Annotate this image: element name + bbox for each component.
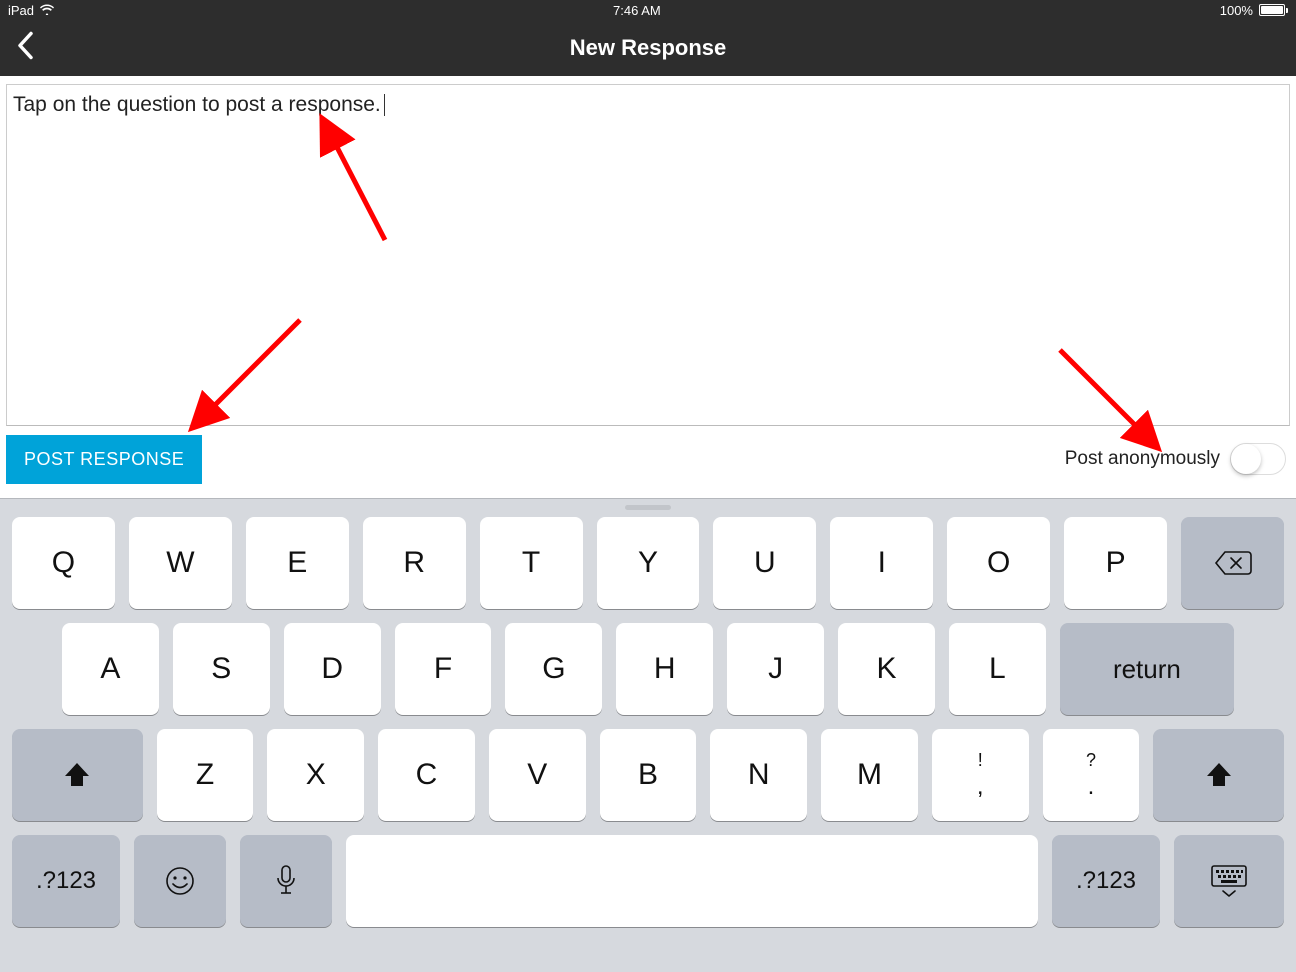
key-s[interactable]: S bbox=[173, 623, 270, 715]
key-p[interactable]: P bbox=[1064, 517, 1167, 609]
key-i[interactable]: I bbox=[830, 517, 933, 609]
key-comma[interactable]: !, bbox=[932, 729, 1029, 821]
key-v[interactable]: V bbox=[489, 729, 586, 821]
post-anonymously-label: Post anonymously bbox=[1065, 448, 1220, 470]
keyboard-row-1: Q W E R T Y U I O P bbox=[12, 517, 1284, 609]
key-backspace[interactable] bbox=[1181, 517, 1284, 609]
response-text: Tap on the question to post a response. bbox=[13, 93, 381, 116]
keyboard-row-2: A S D F G H J K L return bbox=[12, 623, 1284, 715]
battery-percent: 100% bbox=[1220, 3, 1253, 18]
action-row: POST RESPONSE Post anonymously bbox=[0, 426, 1296, 492]
key-numbers-right[interactable]: .?123 bbox=[1052, 835, 1160, 927]
key-y[interactable]: Y bbox=[597, 517, 700, 609]
key-x[interactable]: X bbox=[267, 729, 364, 821]
key-r[interactable]: R bbox=[363, 517, 466, 609]
nav-bar: New Response bbox=[0, 20, 1296, 76]
key-return[interactable]: return bbox=[1060, 623, 1234, 715]
key-o[interactable]: O bbox=[947, 517, 1050, 609]
key-hide-keyboard[interactable] bbox=[1174, 835, 1284, 927]
key-d[interactable]: D bbox=[284, 623, 381, 715]
key-q[interactable]: Q bbox=[12, 517, 115, 609]
keyboard-row-3: Z X C V B N M !, ?. bbox=[12, 729, 1284, 821]
keyboard-row-4: .?123 .?123 bbox=[12, 835, 1284, 927]
key-numbers-left[interactable]: .?123 bbox=[12, 835, 120, 927]
key-n[interactable]: N bbox=[710, 729, 807, 821]
key-a[interactable]: A bbox=[62, 623, 159, 715]
battery-icon bbox=[1259, 4, 1288, 16]
key-shift-left[interactable] bbox=[12, 729, 143, 821]
keyboard-handle[interactable] bbox=[625, 505, 671, 510]
post-anonymously-toggle[interactable] bbox=[1230, 443, 1286, 475]
key-shift-right[interactable] bbox=[1153, 729, 1284, 821]
key-t[interactable]: T bbox=[480, 517, 583, 609]
text-cursor bbox=[384, 94, 385, 116]
key-b[interactable]: B bbox=[600, 729, 697, 821]
clock: 7:46 AM bbox=[613, 3, 661, 18]
page-title: New Response bbox=[0, 35, 1296, 61]
key-e[interactable]: E bbox=[246, 517, 349, 609]
key-f[interactable]: F bbox=[395, 623, 492, 715]
onscreen-keyboard: Q W E R T Y U I O P A S D F G H J K L re… bbox=[0, 498, 1296, 972]
key-emoji[interactable] bbox=[134, 835, 226, 927]
key-z[interactable]: Z bbox=[157, 729, 254, 821]
key-g[interactable]: G bbox=[505, 623, 602, 715]
key-m[interactable]: M bbox=[821, 729, 918, 821]
device-label: iPad bbox=[8, 3, 34, 18]
key-c[interactable]: C bbox=[378, 729, 475, 821]
key-u[interactable]: U bbox=[713, 517, 816, 609]
post-response-button[interactable]: POST RESPONSE bbox=[6, 435, 202, 484]
back-button[interactable] bbox=[8, 24, 42, 73]
wifi-icon bbox=[40, 3, 54, 18]
key-l[interactable]: L bbox=[949, 623, 1046, 715]
key-w[interactable]: W bbox=[129, 517, 232, 609]
status-bar: iPad 7:46 AM 100% bbox=[0, 0, 1296, 20]
key-h[interactable]: H bbox=[616, 623, 713, 715]
key-space[interactable] bbox=[346, 835, 1038, 927]
key-k[interactable]: K bbox=[838, 623, 935, 715]
response-textarea[interactable]: Tap on the question to post a response. bbox=[6, 84, 1290, 426]
key-dictation[interactable] bbox=[240, 835, 332, 927]
key-period[interactable]: ?. bbox=[1043, 729, 1140, 821]
key-j[interactable]: J bbox=[727, 623, 824, 715]
